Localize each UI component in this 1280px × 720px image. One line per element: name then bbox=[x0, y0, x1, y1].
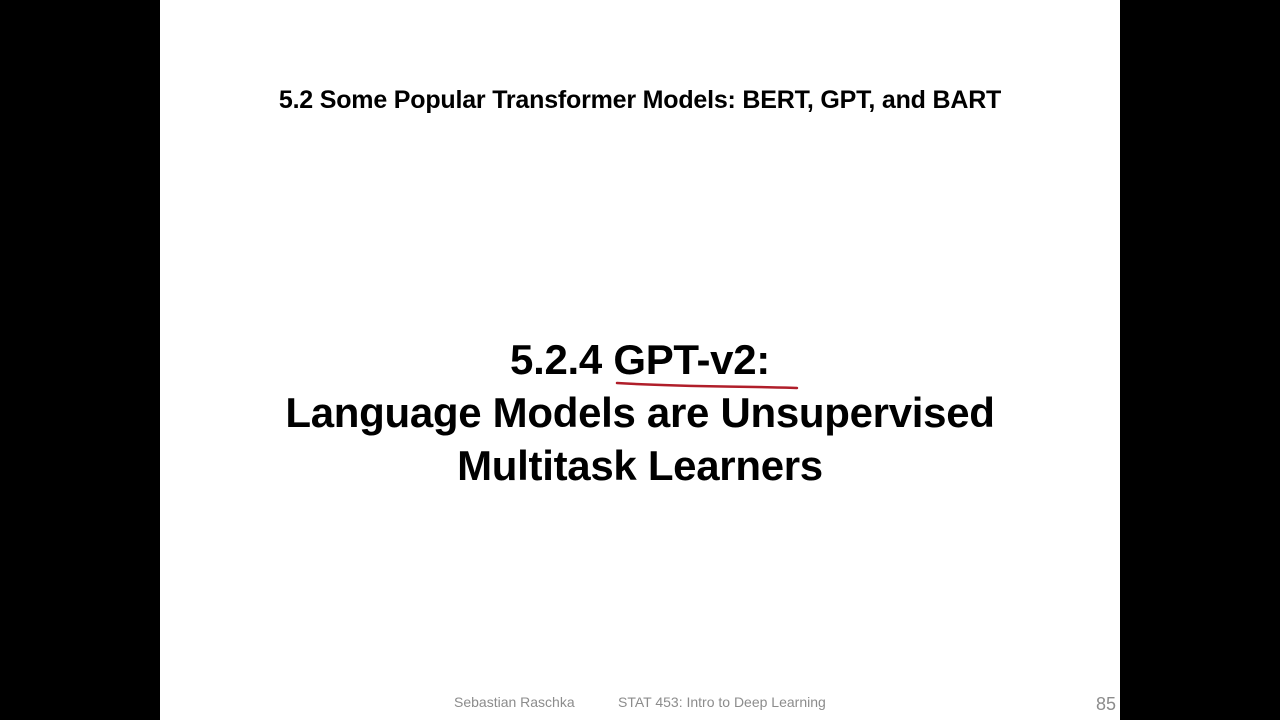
page-number: 85 bbox=[1095, 694, 1116, 714]
footer-author: Sebastian Raschka bbox=[454, 694, 575, 710]
section-number: 5.2.4 bbox=[510, 336, 602, 383]
title-line-2: Language Models are Unsupervised bbox=[285, 389, 995, 436]
section-title: 5.2 Some Popular Transformer Models: BER… bbox=[278, 86, 1002, 114]
title-line-3: Multitask Learners bbox=[457, 442, 823, 489]
main-title: 5.2.4 GPT-v2: Language Models are Unsupe… bbox=[160, 333, 1120, 492]
footer-course: STAT 453: Intro to Deep Learning bbox=[618, 694, 826, 710]
slide: 5.2 Some Popular Transformer Models: BER… bbox=[160, 0, 1120, 720]
highlighted-model-name: GPT-v2: bbox=[613, 336, 770, 383]
title-line-1: 5.2.4 GPT-v2: bbox=[160, 333, 1120, 386]
